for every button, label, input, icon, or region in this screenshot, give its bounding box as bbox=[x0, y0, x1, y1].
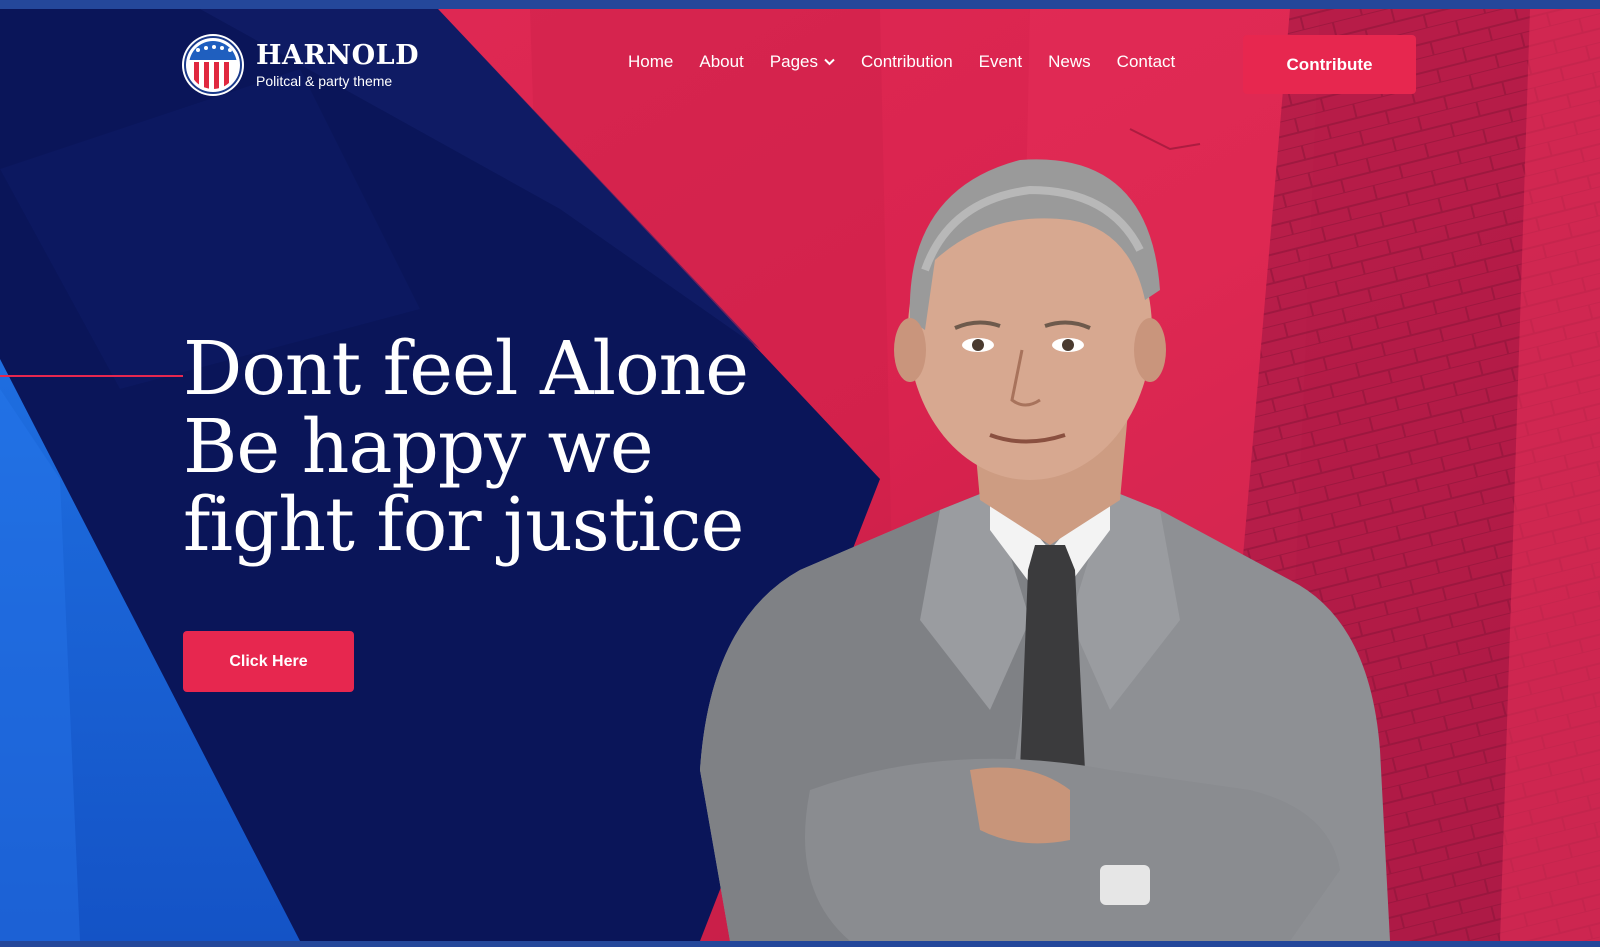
nav-item-contact[interactable]: Contact bbox=[1117, 52, 1176, 72]
nav-item-pages-label: Pages bbox=[769, 52, 818, 71]
hero-title: Dont feel Alone Be happy we fight for ju… bbox=[183, 330, 783, 564]
bottom-strip bbox=[0, 941, 1600, 947]
brand-tagline: Politcal & party theme bbox=[256, 72, 393, 89]
chevron-down-icon bbox=[824, 58, 835, 66]
page: HARNOLD Politcal & party theme Home Abou… bbox=[0, 0, 1600, 947]
candidate-portrait bbox=[700, 159, 1390, 941]
hero-accent-line bbox=[0, 375, 183, 377]
flag-shield-icon bbox=[182, 34, 244, 96]
contribute-button[interactable]: Contribute bbox=[1243, 35, 1416, 94]
nav-item-event[interactable]: Event bbox=[979, 52, 1022, 72]
nav-item-contribution[interactable]: Contribution bbox=[861, 52, 953, 72]
main-nav: Home About Pages Contribution Event News… bbox=[628, 52, 1201, 72]
brand-name: HARNOLD bbox=[256, 39, 419, 71]
nav-item-news[interactable]: News bbox=[1048, 52, 1091, 72]
hero-title-line-1: Dont feel Alone bbox=[183, 326, 749, 412]
top-strip bbox=[0, 0, 1600, 9]
nav-item-home[interactable]: Home bbox=[628, 52, 673, 72]
brand-logo[interactable]: HARNOLD Politcal & party theme bbox=[182, 34, 419, 96]
nav-item-pages[interactable]: Pages bbox=[770, 52, 835, 72]
hero-title-line-3: fight for justice bbox=[183, 482, 744, 568]
nav-item-about[interactable]: About bbox=[699, 52, 743, 72]
click-here-button[interactable]: Click Here bbox=[183, 631, 354, 692]
hero-title-line-2: Be happy we bbox=[183, 404, 654, 490]
